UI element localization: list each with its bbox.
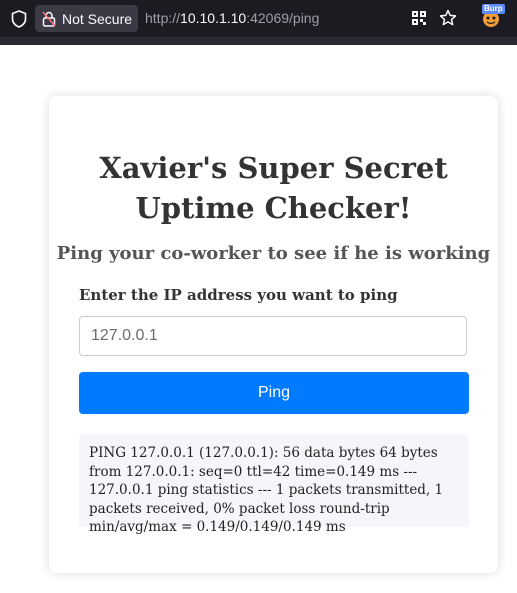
qr-code-icon[interactable] — [412, 11, 426, 25]
page-title: Xavier's Super Secret Uptime Checker! — [49, 148, 498, 228]
page-subtitle: Ping your co-worker to see if he is work… — [56, 243, 491, 264]
url-host: 10.10.1.10 — [180, 10, 247, 26]
bookmark-star-icon[interactable] — [439, 9, 457, 27]
page-title-line-1: Xavier's Super Secret — [99, 151, 448, 185]
not-secure-label: Not Secure — [62, 10, 133, 27]
ping-card: Xavier's Super Secret Uptime Checker! Pi… — [49, 96, 498, 573]
ping-button[interactable]: Ping — [79, 372, 469, 414]
ip-address-input[interactable] — [79, 316, 467, 356]
url-path: :42069/ping — [246, 10, 320, 26]
page-title-line-2: Uptime Checker! — [135, 191, 412, 225]
site-security-indicator[interactable]: Not Secure — [35, 5, 138, 32]
extension-badge: Burp — [482, 4, 505, 14]
url-scheme: http:// — [145, 10, 181, 26]
address-bar[interactable]: http://10.10.1.10:42069/ping — [145, 10, 319, 26]
ping-output: PING 127.0.0.1 (127.0.0.1): 56 data byte… — [79, 434, 469, 535]
insecure-lock-icon — [42, 10, 56, 27]
shield-icon[interactable] — [11, 10, 27, 28]
toolbar-divider — [0, 37, 517, 45]
browser-toolbar: Not Secure http://10.10.1.10:42069/ping … — [0, 0, 517, 37]
ip-address-label: Enter the IP address you want to ping — [79, 286, 398, 304]
